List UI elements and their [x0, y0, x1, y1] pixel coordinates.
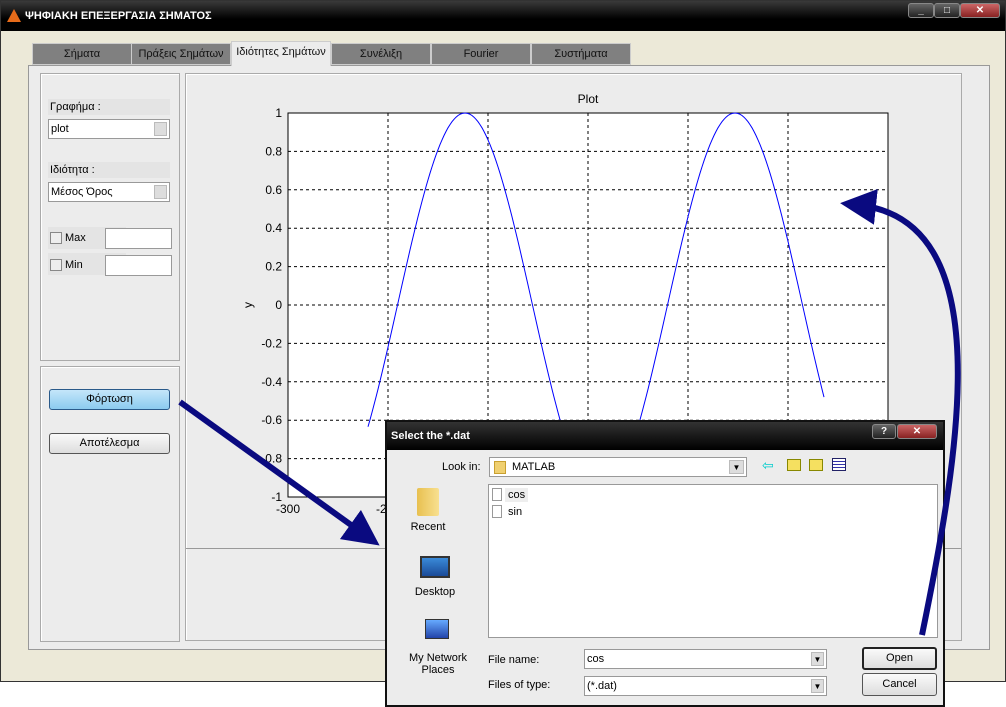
y-tick-label: 0.4: [265, 221, 282, 235]
y-tick-label: 0.6: [265, 183, 282, 197]
y-axis-label: y: [241, 302, 255, 308]
look-in-label: Look in:: [442, 461, 481, 473]
file-item-sin[interactable]: sin: [505, 505, 525, 519]
help-button[interactable]: ?: [872, 424, 896, 439]
y-tick-label: -0.4: [261, 375, 282, 389]
look-in-select[interactable]: MATLAB ▼: [489, 457, 747, 477]
y-tick-label: -0.8: [261, 452, 282, 466]
dropdown-arrow-icon[interactable]: ▼: [811, 652, 824, 666]
y-tick-label: -1: [271, 490, 282, 504]
place-recent[interactable]: Recent: [393, 521, 463, 533]
view-menu-icon[interactable]: [832, 458, 846, 471]
file-name-label: File name:: [488, 654, 540, 666]
file-icon: [492, 505, 502, 518]
file-name-value: cos: [587, 653, 605, 665]
file-icon: [492, 488, 502, 501]
new-folder-icon[interactable]: [809, 459, 823, 471]
cancel-button[interactable]: Cancel: [862, 673, 937, 696]
place-desktop[interactable]: Desktop: [400, 586, 470, 598]
y-tick-label: 0.8: [265, 144, 282, 158]
file-type-value: (*.dat): [587, 680, 617, 692]
file-name-input[interactable]: cos ▼: [584, 649, 827, 669]
up-folder-icon[interactable]: [787, 459, 801, 471]
look-in-value: MATLAB: [512, 461, 556, 473]
dialog-title-bar: Select the *.dat ? ✕: [387, 422, 943, 450]
dropdown-arrow-icon[interactable]: ▼: [811, 679, 824, 693]
file-list[interactable]: cos sin: [488, 484, 938, 638]
dropdown-arrow-icon[interactable]: ▼: [729, 460, 744, 474]
file-type-label: Files of type:: [488, 679, 551, 691]
place-network[interactable]: My Network Places: [403, 652, 473, 676]
recent-icon[interactable]: [417, 488, 439, 516]
file-item-cos[interactable]: cos: [505, 488, 529, 502]
file-open-dialog: Select the *.dat ? ✕ Look in: MATLAB ▼ ⇦ …: [385, 420, 945, 707]
x-tick-label: -300: [276, 502, 300, 516]
y-tick-label: 1: [275, 106, 282, 120]
chart-title: Plot: [578, 92, 599, 106]
dialog-title: Select the *.dat: [391, 430, 470, 442]
back-icon[interactable]: ⇦: [762, 457, 774, 474]
folder-icon: [494, 461, 506, 474]
desktop-icon[interactable]: [420, 556, 450, 578]
y-tick-label: 0.2: [265, 260, 282, 274]
open-button[interactable]: Open: [862, 647, 937, 670]
y-tick-label: 0: [275, 298, 282, 312]
dialog-close-button[interactable]: ✕: [897, 424, 937, 439]
y-tick-label: -0.6: [261, 413, 282, 427]
y-tick-label: -0.2: [261, 336, 282, 350]
network-places-icon[interactable]: [425, 619, 449, 639]
file-type-select[interactable]: (*.dat) ▼: [584, 676, 827, 696]
